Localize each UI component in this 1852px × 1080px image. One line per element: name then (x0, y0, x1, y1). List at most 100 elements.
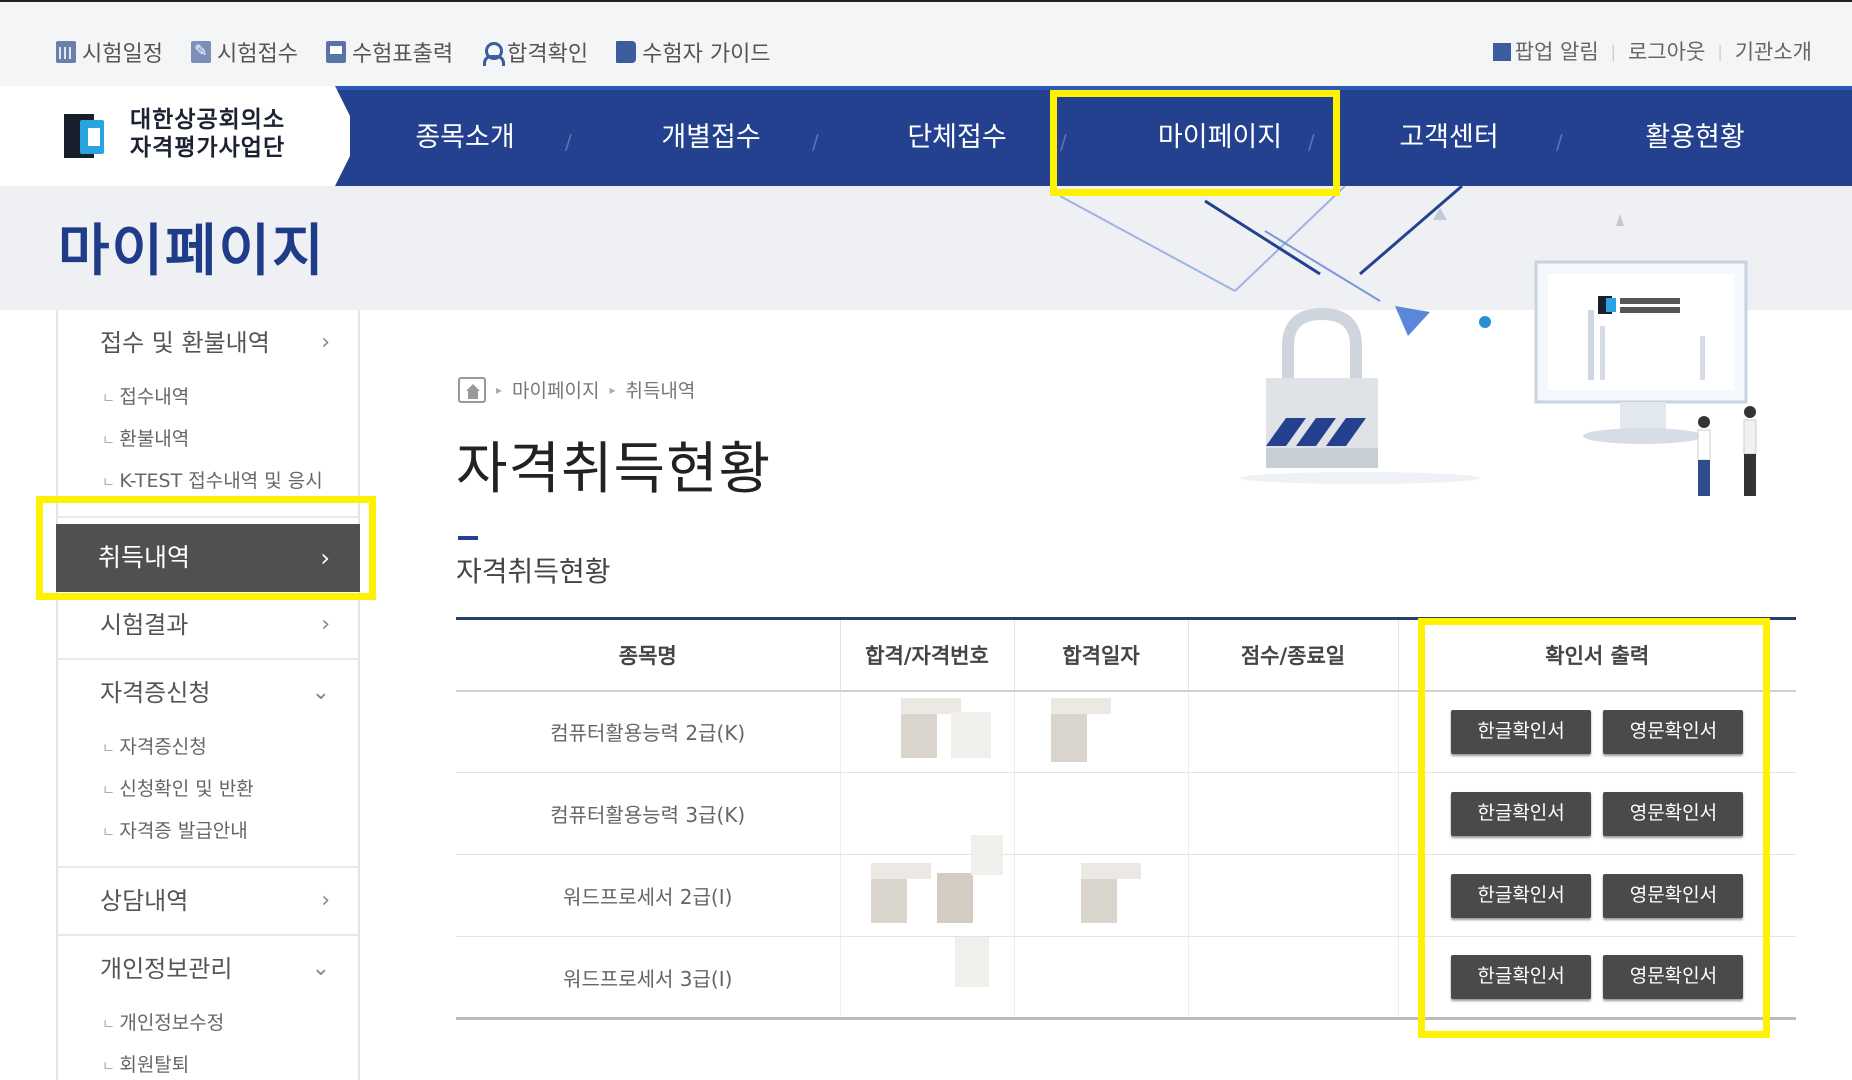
acquisition-table: 종목명 합격/자격번호 합격일자 점수/종료일 확인서 출력 컴퓨터활용능력 2… (456, 617, 1796, 1020)
table-row: 컴퓨터활용능력 2급(K) 한글확인서 영문확인서 (456, 690, 1796, 773)
sidebar-item-label: 접수 및 환불내역 (100, 329, 270, 357)
korean-certificate-button[interactable]: 한글확인서 (1451, 955, 1592, 999)
korean-certificate-button[interactable]: 한글확인서 (1451, 791, 1592, 836)
english-certificate-button[interactable]: 영문확인서 (1603, 709, 1744, 754)
sidebar-sub-edit-profile[interactable]: 개인정보수정 (102, 1002, 358, 1044)
redacted-cell (1013, 854, 1188, 937)
utility-links: 시험일정 시험접수 수험표출력 합격확인 수험자 가이드 (56, 36, 771, 68)
divider: | (1717, 41, 1723, 61)
sidebar-group-consult: 상담내역 › (58, 868, 358, 936)
sidebar-group-results: 시험결과 › (58, 592, 358, 660)
logout-link[interactable]: 로그아웃 (1628, 36, 1705, 66)
popup-alert-link[interactable]: 팝업 알림 (1492, 36, 1599, 66)
breadcrumb-separator: ▸ (609, 382, 616, 397)
calendar-icon (56, 41, 76, 63)
sidebar-item-exam-results[interactable]: 시험결과 › (58, 592, 358, 658)
sidebar-item-label: 시험결과 (100, 611, 189, 639)
subject-name-cell: 컴퓨터활용능력 2급(K) (456, 690, 840, 773)
column-header: 확인서 출력 (1397, 618, 1796, 692)
util-admission-print[interactable]: 수험표출력 (325, 36, 454, 68)
english-certificate-button[interactable]: 영문확인서 (1603, 955, 1744, 999)
book-icon (616, 41, 637, 63)
sidebar-sub-certificate-request[interactable]: 자격증신청 (102, 726, 358, 768)
sidebar-item-acquisition-active[interactable]: 취득내역 › (56, 524, 360, 592)
column-header: 합격/자격번호 (839, 618, 1014, 692)
redacted-cell (839, 936, 1014, 1020)
utility-right-links: 팝업 알림 | 로그아웃 | 기관소개 (1492, 36, 1812, 66)
nav-item-support[interactable]: 고객센터 (1344, 90, 1554, 186)
sidebar-sub-application-history[interactable]: 접수내역 (102, 376, 358, 418)
nav-divider: / (1308, 130, 1315, 154)
print-icon (325, 41, 346, 63)
chevron-right-icon: › (321, 330, 330, 355)
table-row: 컴퓨터활용능력 3급(K) 한글확인서 영문확인서 (456, 772, 1796, 855)
sidebar-item-label: 취득내역 (98, 543, 191, 572)
redacted-cell (839, 690, 1014, 773)
logo-text: 대한상공회의소 자격평가사업단 (130, 106, 285, 162)
breadcrumb-separator: ▸ (496, 382, 503, 397)
page-header-band: 마이페이지 (0, 186, 1852, 310)
util-label: 시험접수 (216, 42, 298, 67)
sidebar-group-application: 접수 및 환불내역 › 접수내역 환불내역 K-TEST 접수내역 및 응시 (58, 310, 358, 518)
util-exam-apply[interactable]: 시험접수 (190, 36, 298, 68)
breadcrumb-mypage[interactable]: 마이페이지 (512, 376, 599, 403)
nav-menu: 종목소개 / 개별접수 / 단체접수 / 마이페이지 / 고객센터 / 활용현황 (360, 90, 1852, 186)
nav-divider: / (1556, 130, 1563, 154)
sidebar-group-privacy: 개인정보관리 ⌄ 개인정보수정 회원탈퇴 (58, 936, 358, 1080)
util-pass-check[interactable]: 합격확인 (481, 36, 588, 68)
sidebar-item-label: 상담내역 (100, 887, 189, 915)
score-cell (1187, 854, 1398, 937)
nav-item-mypage[interactable]: 마이페이지 (1060, 90, 1380, 186)
util-guide[interactable]: 수험자 가이드 (616, 36, 771, 68)
sidebar-item-certificate-request[interactable]: 자격증신청 ⌄ (58, 660, 358, 726)
chevron-right-icon: › (321, 612, 330, 637)
chevron-down-icon: ⌄ (311, 956, 330, 981)
page-title: 자격취득현황 (456, 437, 772, 502)
score-cell (1187, 936, 1398, 1020)
nav-item-individual[interactable]: 개별접수 (606, 90, 816, 186)
about-link[interactable]: 기관소개 (1735, 36, 1812, 66)
table-header-row: 종목명 합격/자격번호 합격일자 점수/종료일 확인서 출력 (456, 618, 1796, 692)
home-icon[interactable] (458, 376, 486, 403)
logo-line1: 대한상공회의소 (130, 107, 286, 133)
redacted-cell (1013, 936, 1188, 1020)
sidebar-sub-request-check[interactable]: 신청확인 및 반환 (102, 768, 358, 810)
chevron-down-icon: ⌄ (311, 680, 330, 705)
divider: | (1610, 41, 1617, 61)
column-header: 합격일자 (1013, 618, 1188, 692)
sidebar-sub-ktest-history[interactable]: K-TEST 접수내역 및 응시 (102, 460, 358, 502)
utility-bar: 시험일정 시험접수 수험표출력 합격확인 수험자 가이드 팝업 알림 | 로그아… (0, 0, 1852, 86)
util-label: 수험표출력 (351, 42, 454, 67)
sidebar-item-consult-history[interactable]: 상담내역 › (58, 868, 358, 934)
sidebar-submenu: 개인정보수정 회원탈퇴 (58, 1002, 358, 1080)
nav-item-group[interactable]: 단체접수 (852, 90, 1062, 186)
sidebar-item-privacy[interactable]: 개인정보관리 ⌄ (58, 936, 358, 1002)
print-cell: 한글확인서 영문확인서 (1397, 690, 1796, 773)
print-cell: 한글확인서 영문확인서 (1397, 936, 1796, 1020)
sidebar-sub-withdraw[interactable]: 회원탈퇴 (102, 1044, 358, 1080)
chevron-right-icon: › (321, 888, 330, 913)
chevron-right-icon: › (320, 544, 330, 572)
popup-icon (1492, 43, 1511, 61)
print-cell: 한글확인서 영문확인서 (1397, 772, 1796, 855)
logo-line2: 자격평가사업단 (130, 135, 286, 161)
logo[interactable]: 대한상공회의소 자격평가사업단 (0, 86, 350, 186)
edit-icon (190, 41, 211, 63)
section-title: 자격취득현황 (456, 555, 611, 588)
korean-certificate-button[interactable]: 한글확인서 (1451, 709, 1592, 754)
sidebar-sub-issue-guide[interactable]: 자격증 발급안내 (102, 810, 358, 852)
sidebar-item-label: 개인정보관리 (100, 955, 233, 983)
sidebar-sub-refund-history[interactable]: 환불내역 (102, 418, 358, 460)
nav-item-usage[interactable]: 활용현황 (1590, 90, 1800, 186)
subject-name-cell: 워드프로세서 2급(I) (456, 854, 840, 937)
nav-item-subjects[interactable]: 종목소개 (360, 90, 570, 186)
column-header: 점수/종료일 (1187, 618, 1398, 692)
korean-certificate-button[interactable]: 한글확인서 (1451, 873, 1592, 918)
subject-name-cell: 컴퓨터활용능력 3급(K) (456, 772, 840, 855)
breadcrumb: ▸ 마이페이지 ▸ 취득내역 (458, 376, 695, 403)
english-certificate-button[interactable]: 영문확인서 (1603, 791, 1744, 836)
english-certificate-button[interactable]: 영문확인서 (1603, 873, 1744, 918)
score-cell (1187, 772, 1398, 855)
util-exam-schedule[interactable]: 시험일정 (56, 36, 163, 68)
sidebar-item-application-refund[interactable]: 접수 및 환불내역 › (58, 310, 358, 376)
